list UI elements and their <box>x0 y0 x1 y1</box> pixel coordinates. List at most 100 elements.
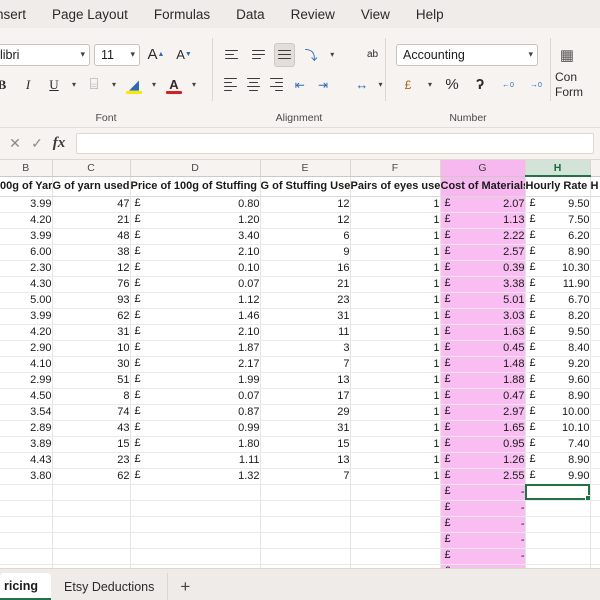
column-header-F[interactable]: F <box>350 160 441 177</box>
cell-overflow[interactable] <box>590 404 600 421</box>
cancel-icon[interactable]: ✕ <box>4 133 26 155</box>
cell-overflow[interactable] <box>590 196 600 213</box>
cell-overflow[interactable] <box>590 212 600 229</box>
cell-overflow[interactable] <box>590 452 600 469</box>
align-center-icon[interactable] <box>244 73 262 97</box>
cell-overflow[interactable] <box>590 372 600 389</box>
cell-price-100g-yarn[interactable] <box>0 516 53 533</box>
cell-hourly-rate[interactable]: £8.90 <box>525 244 591 261</box>
accounting-format-icon[interactable]: £ <box>396 73 420 97</box>
cell-overflow[interactable] <box>590 292 600 309</box>
cell-g-stuffing-used[interactable] <box>260 516 351 533</box>
cell-g-stuffing-used[interactable] <box>260 532 351 549</box>
fill-color-icon[interactable]: ◢ <box>122 73 146 97</box>
merge-center-icon[interactable]: ↔ <box>353 73 371 97</box>
cell-price-100g-yarn[interactable]: 4.50 <box>0 388 53 405</box>
cell-price-100g-stuffing[interactable] <box>130 548 261 565</box>
column-header-B[interactable]: B <box>0 160 53 177</box>
cell-overflow[interactable] <box>590 436 600 453</box>
cell-pairs-eyes-used[interactable]: 1 <box>350 452 441 469</box>
cell-pairs-eyes-used[interactable]: 1 <box>350 196 441 213</box>
conditional-formatting-icon[interactable]: ▦ <box>555 43 579 67</box>
cell-pairs-eyes-used[interactable]: 1 <box>350 388 441 405</box>
cell-g-stuffing-used[interactable]: 6 <box>260 228 351 245</box>
cell-hourly-rate[interactable]: £7.40 <box>525 436 591 453</box>
cell-hourly-rate[interactable] <box>525 516 591 533</box>
italic-button[interactable]: I <box>16 73 40 97</box>
bold-button[interactable]: B <box>0 73 14 97</box>
cell-g-yarn-used[interactable]: 15 <box>52 436 131 453</box>
cell-g-yarn-used[interactable]: 38 <box>52 244 131 261</box>
cell-cost-of-materials[interactable]: £1.65 <box>440 420 526 437</box>
cell-pairs-eyes-used[interactable]: 1 <box>350 212 441 229</box>
align-bottom-icon[interactable] <box>273 42 296 67</box>
cell-price-100g-stuffing[interactable]: £1.20 <box>130 212 261 229</box>
add-sheet-icon[interactable]: + <box>168 573 202 600</box>
tab-formulas[interactable]: Formulas <box>141 3 223 26</box>
cell-price-100g-yarn[interactable]: 3.99 <box>0 308 53 325</box>
cell-price-100g-stuffing[interactable]: £0.10 <box>130 260 261 277</box>
cell-price-100g-stuffing[interactable]: £0.87 <box>130 404 261 421</box>
cell-g-yarn-used[interactable]: 76 <box>52 276 131 293</box>
cell-g-stuffing-used[interactable]: 29 <box>260 404 351 421</box>
cell-cost-of-materials[interactable]: £0.39 <box>440 260 526 277</box>
cell-g-stuffing-used[interactable]: 12 <box>260 196 351 213</box>
cell-price-100g-yarn[interactable]: 3.54 <box>0 404 53 421</box>
cell-price-100g-stuffing[interactable]: £0.07 <box>130 276 261 293</box>
cell-price-100g-yarn[interactable] <box>0 500 53 517</box>
cell-overflow[interactable] <box>590 228 600 245</box>
cell-cost-of-materials[interactable]: £3.38 <box>440 276 526 293</box>
cell-price-100g-yarn[interactable]: 4.43 <box>0 452 53 469</box>
cell-price-100g-stuffing[interactable]: £3.40 <box>130 228 261 245</box>
cell-g-stuffing-used[interactable]: 11 <box>260 324 351 341</box>
cell-cost-of-materials[interactable]: £1.88 <box>440 372 526 389</box>
cell-hourly-rate[interactable]: £6.70 <box>525 292 591 309</box>
tab-help[interactable]: Help <box>403 3 457 26</box>
cell-g-stuffing-used[interactable]: 13 <box>260 452 351 469</box>
cell-cost-of-materials[interactable]: £1.48 <box>440 356 526 373</box>
cell-g-yarn-used[interactable]: 62 <box>52 308 131 325</box>
cell-price-100g-stuffing[interactable]: £2.10 <box>130 244 261 261</box>
cell-price-100g-yarn[interactable]: 3.99 <box>0 228 53 245</box>
column-header-C[interactable]: C <box>52 160 131 177</box>
cell-overflow[interactable] <box>590 532 600 549</box>
increase-indent-icon[interactable]: ⇥ <box>314 73 332 97</box>
cell-hourly-rate[interactable]: £10.00 <box>525 404 591 421</box>
cell-overflow[interactable] <box>590 564 600 568</box>
wrap-text-icon[interactable]: ab <box>360 43 385 67</box>
cell-g-stuffing-used[interactable]: 21 <box>260 276 351 293</box>
cell-g-stuffing-used[interactable]: 17 <box>260 388 351 405</box>
cell-g-stuffing-used[interactable]: 31 <box>260 308 351 325</box>
cell-cost-of-materials[interactable]: £0.95 <box>440 436 526 453</box>
cell-cost-of-materials[interactable]: £2.97 <box>440 404 526 421</box>
cell-pairs-eyes-used[interactable]: 1 <box>350 404 441 421</box>
cell-cost-of-materials[interactable]: £- <box>440 548 526 565</box>
cell-overflow[interactable] <box>590 500 600 517</box>
orientation-icon[interactable]: ⤵ <box>300 43 321 67</box>
cell-price-100g-stuffing[interactable] <box>130 532 261 549</box>
cell-pairs-eyes-used[interactable]: 1 <box>350 292 441 309</box>
cell-g-yarn-used[interactable]: 43 <box>52 420 131 437</box>
cell-g-stuffing-used[interactable] <box>260 500 351 517</box>
cell-pairs-eyes-used[interactable]: 1 <box>350 228 441 245</box>
cell-pairs-eyes-used[interactable] <box>350 484 441 501</box>
font-color-icon[interactable]: A <box>162 73 186 97</box>
cell-price-100g-stuffing[interactable]: £2.17 <box>130 356 261 373</box>
number-format-combo[interactable]: Accounting ▾ <box>396 43 538 66</box>
cell-hourly-rate[interactable]: £10.30 <box>525 260 591 277</box>
cell-cost-of-materials[interactable]: £2.22 <box>440 228 526 245</box>
cell-pairs-eyes-used[interactable]: 1 <box>350 420 441 437</box>
cell-g-yarn-used[interactable]: 62 <box>52 468 131 485</box>
cell-price-100g-stuffing[interactable]: £0.99 <box>130 420 261 437</box>
cell-price-100g-stuffing[interactable] <box>130 516 261 533</box>
cell-g-stuffing-used[interactable] <box>260 484 351 501</box>
cell-price-100g-yarn[interactable] <box>0 564 53 568</box>
cell-overflow[interactable] <box>590 516 600 533</box>
cell-cost-of-materials[interactable]: £- <box>440 500 526 517</box>
cell-hourly-rate[interactable] <box>525 500 591 517</box>
cell-overflow[interactable] <box>590 308 600 325</box>
cell-pairs-eyes-used[interactable]: 1 <box>350 372 441 389</box>
cell-price-100g-yarn[interactable] <box>0 548 53 565</box>
cell-g-stuffing-used[interactable]: 13 <box>260 372 351 389</box>
decrease-indent-icon[interactable]: ⇤ <box>291 73 309 97</box>
